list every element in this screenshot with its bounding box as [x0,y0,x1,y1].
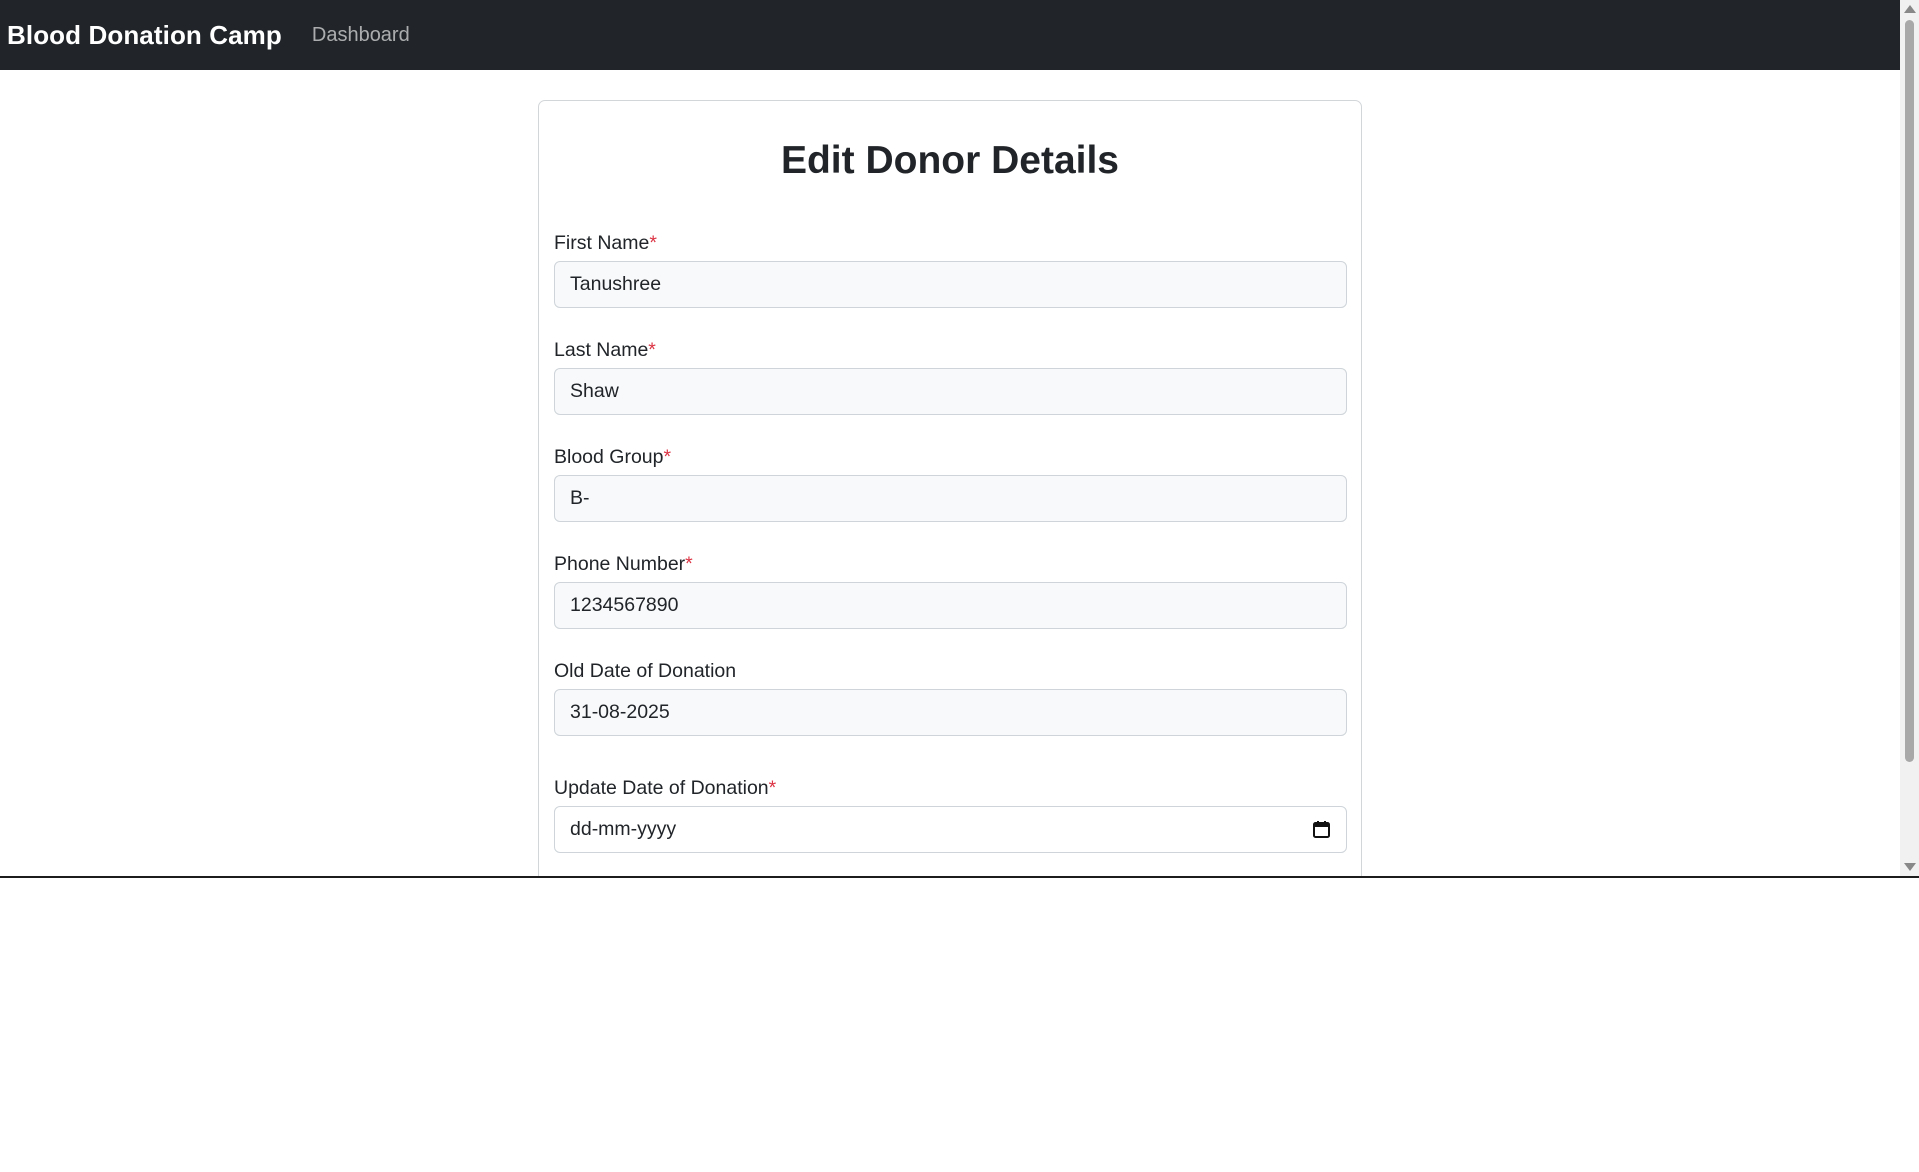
date-placeholder: dd-mm-yyyy [570,818,677,840]
phone-number-label: Phone Number* [554,553,693,575]
navbar: Blood Donation Camp Dashboard [0,0,1900,70]
update-donation-date-group: Update Date of Donation* dd-mm-yyyy [554,776,1347,853]
calendar-icon[interactable] [1312,820,1331,839]
required-marker: * [685,553,693,575]
first-name-input[interactable]: Tanushree [554,261,1347,308]
last-name-group: Last Name* Shaw [554,338,1347,415]
old-donation-date-label: Old Date of Donation [554,660,737,682]
scroll-up-arrow-icon[interactable] [1904,5,1916,13]
edit-donor-card: Edit Donor Details First Name* Tanushree… [538,100,1362,876]
nav-link-dashboard[interactable]: Dashboard [312,24,410,47]
first-name-group: First Name* Tanushree [554,231,1347,308]
update-donation-date-label: Update Date of Donation* [554,777,777,799]
scroll-down-arrow-icon[interactable] [1904,863,1916,871]
viewport-bottom-border [0,876,1919,878]
vertical-scrollbar[interactable] [1900,0,1919,876]
update-donation-date-input[interactable]: dd-mm-yyyy [554,806,1347,853]
browser-viewport: Blood Donation Camp Dashboard Edit Donor… [0,0,1919,876]
old-donation-date-input: 31-08-2025 [554,689,1347,736]
blood-group-group: Blood Group* B- [554,445,1347,522]
required-marker: * [649,232,657,254]
required-marker: * [663,446,672,468]
blood-group-label: Blood Group* [554,446,672,468]
old-donation-date-group: Old Date of Donation 31-08-2025 [554,659,1347,736]
phone-number-input[interactable]: 1234567890 [554,582,1347,629]
blood-group-input[interactable]: B- [554,475,1347,522]
phone-number-group: Phone Number* 1234567890 [554,552,1347,629]
page-title: Edit Donor Details [780,139,1120,182]
last-name-input[interactable]: Shaw [554,368,1347,415]
required-marker: * [768,777,777,799]
scrollbar-thumb[interactable] [1905,20,1914,762]
first-name-label: First Name* [554,232,657,254]
required-marker: * [648,339,656,361]
last-name-label: Last Name* [554,339,656,361]
navbar-brand[interactable]: Blood Donation Camp [7,20,282,51]
